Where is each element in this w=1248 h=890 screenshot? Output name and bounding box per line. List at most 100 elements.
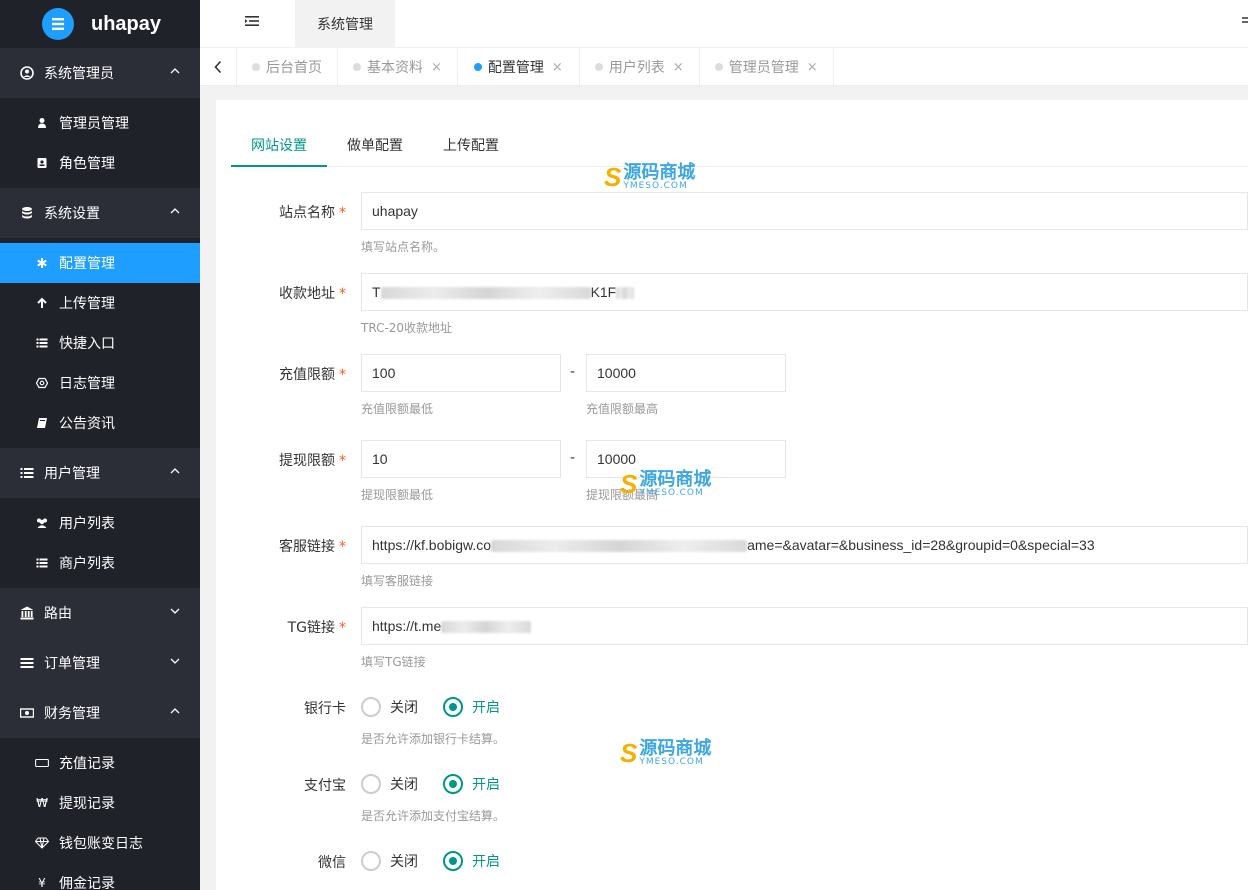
sidebar-group-label: 财务管理 [44, 706, 100, 722]
radio-circle [361, 774, 381, 794]
sidebar-item-shortcut[interactable]: 快捷入口 [0, 323, 200, 363]
arrow-up-icon [35, 296, 49, 310]
tab-label: 管理员管理 [728, 60, 799, 76]
tg-link-hint: 填写TG链接 [361, 655, 426, 669]
redacted-text [491, 540, 748, 553]
sidebar-group-label: 订单管理 [44, 656, 100, 672]
radio-circle [443, 697, 463, 717]
sidebar-group-finance-manage[interactable]: 财务管理 [0, 688, 200, 738]
sidebar-item-label: 配置管理 [59, 256, 115, 272]
recharge-max-input[interactable]: 10000 [586, 354, 786, 392]
tab-order-config[interactable]: 做单配置 [327, 126, 423, 166]
sidebar-item-recharge-records[interactable]: 充值记录 [0, 743, 200, 783]
withdraw-min-input[interactable]: 10 [361, 440, 561, 478]
alipay-label: 支付宝 [304, 778, 346, 794]
recharge-max-hint: 充值限额最高 [586, 402, 659, 416]
wechat-radio-on[interactable]: 开启 [443, 851, 500, 871]
withdraw-min-hint: 提现限额最低 [361, 488, 434, 502]
sidebar-item-label: 角色管理 [59, 156, 115, 172]
close-icon[interactable]: × [431, 60, 442, 75]
bank-card-radio-on[interactable]: 开启 [443, 697, 500, 717]
user-circle-icon [20, 66, 34, 80]
site-name-input[interactable]: uhapay [361, 192, 1248, 230]
service-link-input[interactable]: https://kf.bobigw.co ame=&avatar=&busines… [361, 526, 1248, 564]
sidebar-item-log-manage[interactable]: 日志管理 [0, 363, 200, 403]
id-card-icon [35, 156, 49, 170]
logo-icon [42, 8, 74, 40]
address-label: 收款地址 * [279, 286, 346, 302]
tab-label: 配置管理 [487, 60, 544, 76]
page-tab-admin-manage[interactable]: 管理员管理 × [700, 48, 834, 86]
content-tabs: 网站设置 做单配置 上传配置 [231, 126, 1248, 167]
user-menu-icon[interactable] [1240, 16, 1248, 28]
bank-icon [20, 606, 34, 620]
sidebar-group-system-admin[interactable]: 系统管理员 [0, 48, 200, 98]
sidebar-item-commission-records[interactable]: ¥ 佣金记录 [0, 863, 200, 890]
sidebar-group-system-settings[interactable]: 系统设置 [0, 188, 200, 238]
wechat-label: 微信 [318, 855, 346, 871]
tab-dot-icon [714, 63, 723, 71]
withdraw-max-hint: 提现限额最高 [586, 488, 659, 502]
users-icon [35, 516, 49, 530]
sidebar-item-user-list[interactable]: 用户列表 [0, 503, 200, 543]
app-name: uhapay [91, 12, 162, 35]
sidebar-item-role-manage[interactable]: 角色管理 [0, 143, 200, 183]
tab-site-settings[interactable]: 网站设置 [231, 126, 327, 167]
tg-link-label: TG链接 * [287, 620, 346, 636]
sidebar-group-label: 路由 [44, 606, 72, 622]
sidebar-item-withdraw-records[interactable]: ₩ 提现记录 [0, 783, 200, 823]
database-icon [20, 206, 34, 220]
sidebar-item-admin-manage[interactable]: 管理员管理 [0, 103, 200, 143]
alipay-radio-off[interactable]: 关闭 [361, 774, 418, 794]
page-tab-config[interactable]: 配置管理 × [458, 48, 580, 86]
wechat-radio-off[interactable]: 关闭 [361, 851, 418, 871]
recharge-min-input[interactable]: 100 [361, 354, 561, 392]
sidebar-item-upload-manage[interactable]: 上传管理 [0, 283, 200, 323]
page-tab-home[interactable]: 后台首页 [237, 48, 338, 86]
sidebar-item-label: 商户列表 [59, 556, 115, 572]
logo[interactable]: uhapay [0, 0, 200, 48]
chevron-up-icon [170, 708, 180, 714]
close-icon[interactable]: × [807, 60, 818, 75]
top-tab-system-manage[interactable]: 系统管理 [295, 0, 395, 48]
bank-card-radio-off[interactable]: 关闭 [361, 697, 418, 717]
withdraw-max-input[interactable]: 10000 [586, 440, 786, 478]
sidebar-group-router[interactable]: 路由 [0, 588, 200, 638]
bank-card-hint: 是否允许添加银行卡结算。 [361, 732, 506, 746]
site-name-label: 站点名称 * [279, 205, 346, 221]
alipay-radio-on[interactable]: 开启 [443, 774, 500, 794]
sidebar-item-label: 公告资讯 [59, 416, 115, 432]
sidebar-item-announcement[interactable]: 公告资讯 [0, 403, 200, 443]
top-header: 系统管理 [200, 0, 1248, 48]
tab-dot-icon [473, 63, 482, 71]
book-icon [35, 416, 49, 430]
tabs-scroll-left-button[interactable] [200, 48, 237, 86]
sidebar-group-order-manage[interactable]: 订单管理 [0, 638, 200, 688]
asterisk-icon [35, 256, 49, 270]
menu-toggle-icon[interactable] [244, 13, 260, 29]
sidebar-item-label: 管理员管理 [59, 116, 129, 132]
close-icon[interactable]: × [673, 60, 684, 75]
page-tab-user-list[interactable]: 用户列表 × [580, 48, 700, 86]
sidebar: uhapay 系统管理员 管理员管理 角色管理 系统设置 配置管理 上传管理 快… [0, 0, 200, 890]
redacted-text [616, 287, 635, 300]
settings-card: 网站设置 做单配置 上传配置 站点名称 * uhapay 填写站点名称。 收款地址… [216, 100, 1248, 890]
address-input[interactable]: T K1F [361, 273, 1248, 311]
won-icon: ₩ [36, 796, 48, 810]
page-tabs-bar: 后台首页 基本资料 × 配置管理 × 用户列表 × 管理员管理 × [200, 48, 1248, 86]
recharge-limit-label: 充值限额 * [279, 367, 346, 383]
tg-link-input[interactable]: https://t.me [361, 607, 1248, 645]
sidebar-item-label: 上传管理 [59, 296, 115, 312]
sidebar-item-config-manage[interactable]: 配置管理 [0, 243, 200, 283]
sidebar-group-user-manage[interactable]: 用户管理 [0, 448, 200, 498]
chevron-up-icon [170, 468, 180, 474]
tab-dot-icon [594, 63, 603, 71]
sidebar-item-wallet-log[interactable]: 钱包账变日志 [0, 823, 200, 863]
radio-circle [443, 851, 463, 871]
sidebar-item-merchant-list[interactable]: 商户列表 [0, 543, 200, 583]
chevron-down-icon [170, 608, 180, 614]
page-tab-profile[interactable]: 基本资料 × [338, 48, 458, 86]
tab-upload-config[interactable]: 上传配置 [423, 126, 519, 166]
close-icon[interactable]: × [552, 60, 563, 75]
chevron-up-icon [170, 68, 180, 74]
